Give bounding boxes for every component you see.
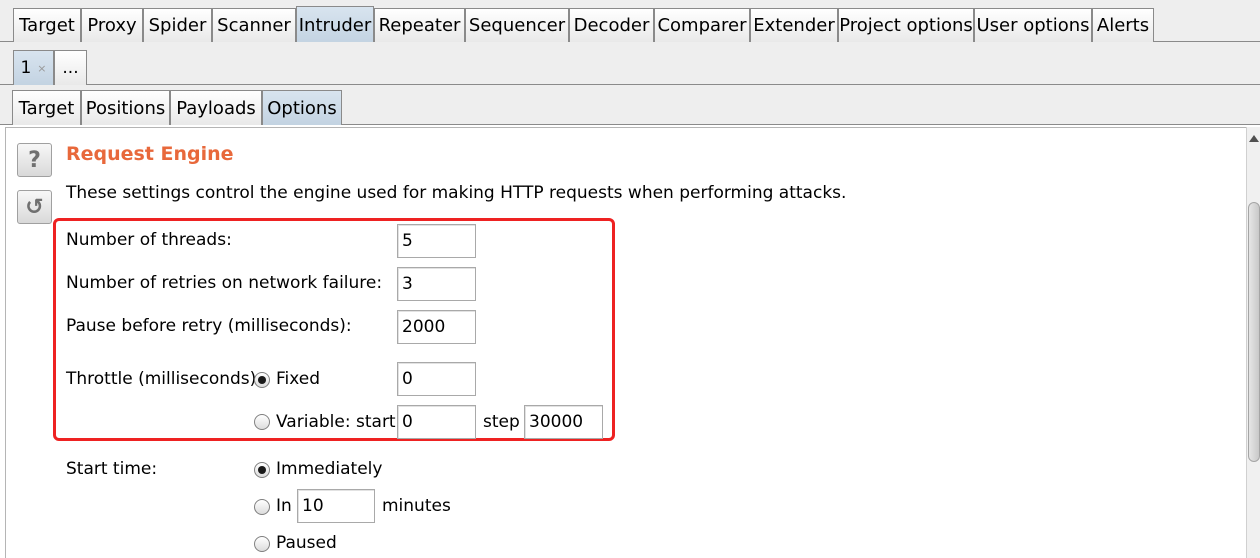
- start-in-label[interactable]: In: [276, 496, 292, 516]
- tab-target[interactable]: Target: [13, 8, 81, 42]
- start-in-radio[interactable]: [254, 499, 270, 515]
- minutes-label: minutes: [382, 496, 451, 516]
- tab-spider[interactable]: Spider: [143, 8, 212, 42]
- section-title: Request Engine: [66, 143, 234, 165]
- attack-tab-1[interactable]: 1 ×: [13, 50, 54, 85]
- throttle-step-field[interactable]: 30000: [524, 405, 603, 439]
- help-button[interactable]: ?: [17, 143, 52, 177]
- tab-intruder-target[interactable]: Target: [12, 90, 81, 125]
- intruder-sub-tab-bar: Target Positions Payloads Options: [0, 85, 1260, 125]
- tab-extender[interactable]: Extender: [750, 8, 838, 42]
- tab-positions[interactable]: Positions: [81, 90, 170, 125]
- scroll-up-arrow-icon[interactable]: [1249, 135, 1259, 142]
- section-description: These settings control the engine used f…: [66, 183, 847, 203]
- question-icon: ?: [28, 147, 41, 173]
- start-paused-radio[interactable]: [254, 536, 270, 552]
- throttle-fixed-radio[interactable]: [254, 372, 270, 388]
- pause-field[interactable]: 2000: [397, 310, 476, 344]
- tab-user-options[interactable]: User options: [974, 8, 1092, 42]
- throttle-start-label: start: [356, 412, 396, 432]
- start-immediately-label[interactable]: Immediately: [276, 459, 382, 479]
- retries-field[interactable]: 3: [397, 267, 476, 301]
- tab-intruder[interactable]: Intruder: [296, 6, 374, 43]
- retries-label: Number of retries on network failure:: [66, 273, 383, 293]
- throttle-fixed-field[interactable]: 0: [397, 362, 476, 396]
- attack-tab-label: 1: [20, 58, 32, 78]
- close-icon[interactable]: ×: [37, 62, 46, 75]
- throttle-label: Throttle (milliseconds):: [66, 369, 263, 389]
- tab-repeater[interactable]: Repeater: [374, 8, 465, 42]
- refresh-icon: ↺: [25, 194, 44, 220]
- tab-payloads[interactable]: Payloads: [170, 90, 262, 125]
- vertical-scrollbar[interactable]: [1246, 127, 1260, 558]
- throttle-fixed-label[interactable]: Fixed: [276, 369, 320, 389]
- tab-comparer[interactable]: Comparer: [654, 8, 750, 42]
- tab-options[interactable]: Options: [262, 90, 342, 125]
- tab-decoder[interactable]: Decoder: [569, 8, 654, 42]
- threads-label: Number of threads:: [66, 230, 232, 250]
- scroll-thumb[interactable]: [1248, 202, 1260, 462]
- new-attack-tab[interactable]: ...: [54, 50, 87, 85]
- restore-defaults-button[interactable]: ↺: [17, 190, 52, 224]
- start-time-label: Start time:: [66, 459, 158, 479]
- pause-label: Pause before retry (milliseconds):: [66, 316, 352, 336]
- threads-field[interactable]: 5: [397, 224, 476, 258]
- start-immediately-radio[interactable]: [254, 462, 270, 478]
- throttle-step-label: step: [483, 412, 520, 432]
- tab-sequencer[interactable]: Sequencer: [465, 8, 569, 42]
- main-tab-bar: Target Proxy Spider Scanner Intruder Rep…: [0, 0, 1260, 43]
- throttle-variable-label[interactable]: Variable:: [276, 412, 351, 432]
- tab-scanner[interactable]: Scanner: [212, 8, 296, 42]
- tab-proxy[interactable]: Proxy: [81, 8, 143, 42]
- start-in-minutes-field[interactable]: 10: [297, 489, 375, 523]
- tab-alerts[interactable]: Alerts: [1092, 8, 1154, 42]
- throttle-start-field[interactable]: 0: [397, 405, 476, 439]
- throttle-variable-radio[interactable]: [254, 414, 270, 430]
- tab-project-options[interactable]: Project options: [838, 8, 974, 42]
- attack-tab-bar: 1 × ...: [0, 42, 1260, 85]
- start-paused-label[interactable]: Paused: [276, 533, 337, 553]
